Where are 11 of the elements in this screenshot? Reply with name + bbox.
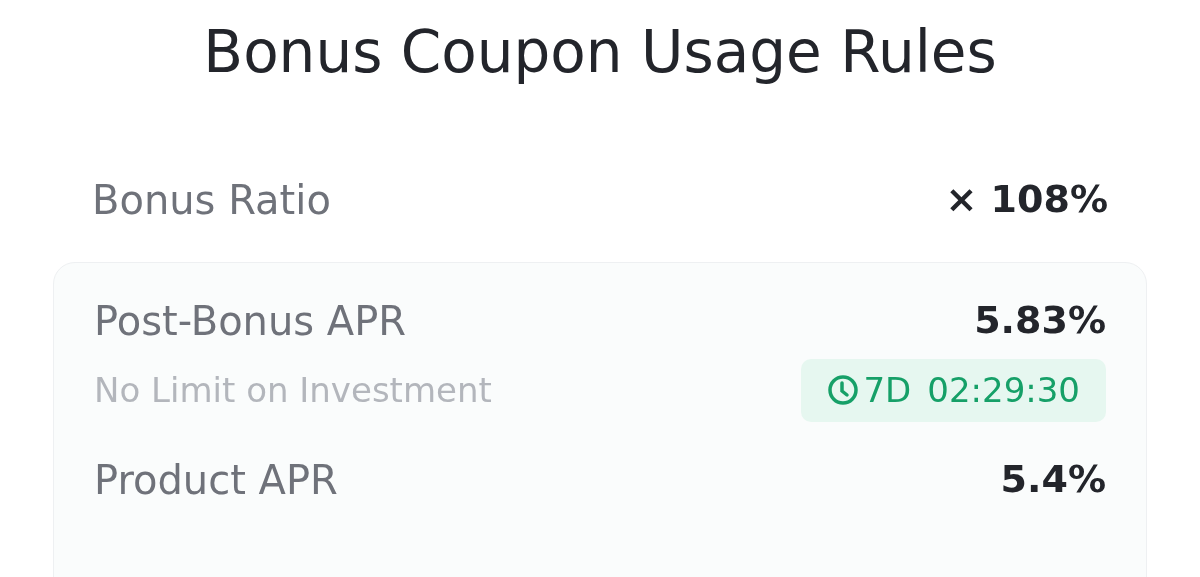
- page-title: Bonus Coupon Usage Rules: [202, 17, 998, 88]
- apr-label: Product APR: [94, 455, 338, 505]
- apr-label: Post-Bonus APR: [94, 296, 407, 346]
- investment-note: No Limit on Investment: [94, 368, 492, 412]
- bonus-ratio-label: Bonus Ratio: [92, 175, 331, 225]
- apr-value: 5.4%: [1000, 456, 1106, 504]
- countdown-time: 02:29:30: [927, 368, 1080, 412]
- clock-icon: [827, 374, 860, 407]
- bonus-ratio-value: × 108%: [945, 176, 1108, 224]
- countdown-days: 7D: [863, 364, 912, 416]
- apr-value: 5.83%: [974, 297, 1106, 345]
